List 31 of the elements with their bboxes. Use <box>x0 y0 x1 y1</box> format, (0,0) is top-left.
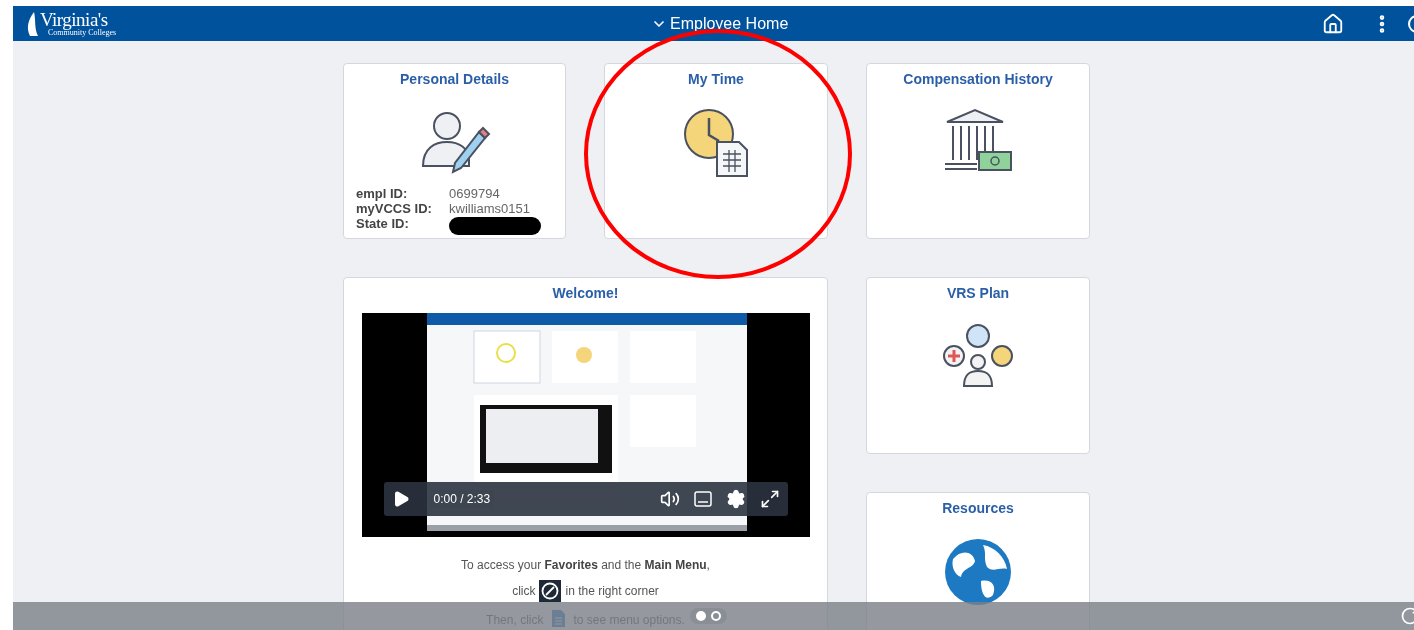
settings-icon[interactable] <box>725 489 746 509</box>
instruction-text: To access your Favorites and the Main Menu, <box>461 557 710 573</box>
tile-title: Personal Details <box>400 70 509 89</box>
instruction-text: click <box>512 583 536 599</box>
field-value: 0699794 <box>449 186 501 201</box>
tile-card[interactable]: My Time <box>604 63 828 239</box>
tile-title: My Time <box>688 70 744 89</box>
page-title-menu[interactable]: Employee Home <box>651 12 789 36</box>
tile-title: Resources <box>942 499 1014 518</box>
tile-title: Welcome! <box>552 284 619 303</box>
field-value: kwilliams0151 <box>449 201 531 216</box>
volume-icon[interactable] <box>659 489 680 509</box>
fullscreen-icon[interactable] <box>759 489 780 509</box>
captions-icon[interactable] <box>693 491 712 507</box>
tile-card[interactable]: Personal Details empl ID: 0699794 myVCCS ID: kwilliams0151 State ID: <box>343 63 566 239</box>
clock-document-icon <box>683 108 749 178</box>
tile-card[interactable]: VRS Plan <box>866 277 1090 454</box>
field-label: empl ID: <box>356 186 409 201</box>
tile-title: VRS Plan <box>946 284 1010 303</box>
logo-subtitle: Community Colleges <box>48 29 117 37</box>
tile-card[interactable]: Compensation History <box>866 63 1090 239</box>
field-label: State ID: <box>356 216 410 233</box>
field-label: myVCCS ID: <box>356 201 433 216</box>
bank-money-icon <box>943 108 1013 174</box>
benefits-people-icon <box>942 322 1014 388</box>
instruction-text: in the right corner <box>565 583 659 599</box>
home-icon[interactable] <box>1322 12 1344 35</box>
refresh-icon[interactable] <box>1400 606 1414 626</box>
compass-icon <box>539 580 562 602</box>
tile-title: Compensation History <box>903 70 1053 89</box>
logo-title: Virginia's <box>40 10 108 29</box>
